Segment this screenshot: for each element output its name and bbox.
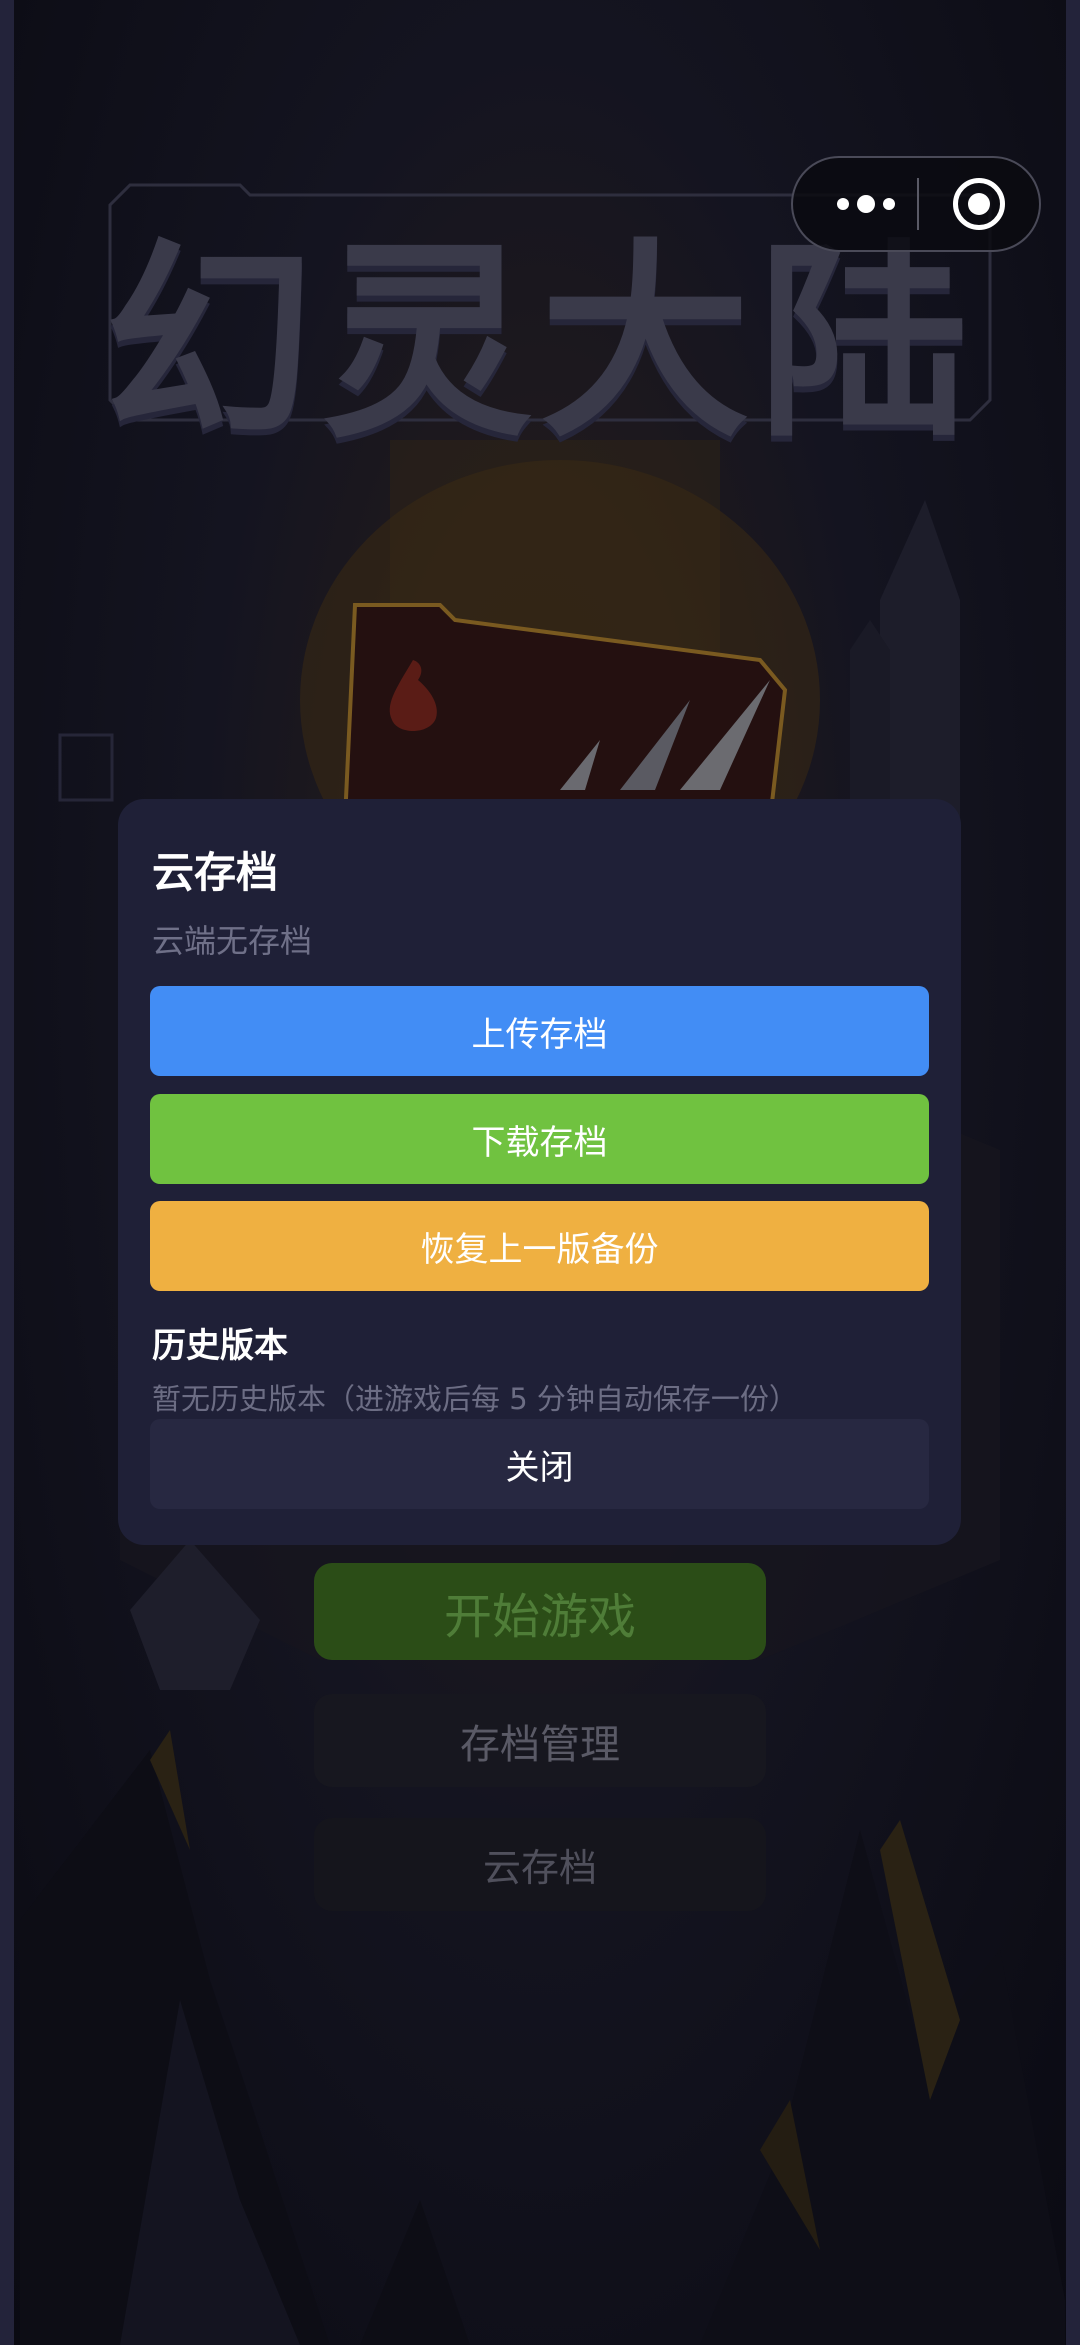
close-button[interactable]: 关闭 [150, 1419, 929, 1509]
dialog-title: 云存档 [152, 848, 279, 897]
more-dot [856, 195, 875, 213]
target-icon[interactable] [953, 178, 1005, 230]
history-empty-text: 暂无历史版本（进游戏后每 5 分钟自动保存一份） [152, 1382, 798, 1416]
upload-save-button[interactable]: 上传存档 [150, 986, 929, 1076]
more-dot [882, 198, 895, 210]
download-save-button[interactable]: 下载存档 [150, 1094, 929, 1184]
game-screen: 幻灵大陆 开始游戏 存档管理 云存档 云存档 云端无存档 上传存档 下载存档 恢… [0, 0, 1080, 2345]
mini-program-capsule [791, 156, 1041, 252]
cloud-status-text: 云端无存档 [152, 922, 313, 960]
cloud-save-button[interactable]: 云存档 [314, 1818, 766, 1911]
more-dot [836, 198, 849, 210]
capsule-divider [917, 178, 919, 230]
start-game-button[interactable]: 开始游戏 [314, 1563, 766, 1660]
history-title: 历史版本 [152, 1326, 288, 1366]
more-icon[interactable] [823, 158, 908, 250]
restore-backup-button[interactable]: 恢复上一版备份 [150, 1201, 929, 1291]
cloud-save-dialog: 云存档 云端无存档 上传存档 下载存档 恢复上一版备份 历史版本 暂无历史版本（… [118, 799, 961, 1545]
save-manage-button[interactable]: 存档管理 [314, 1694, 766, 1787]
